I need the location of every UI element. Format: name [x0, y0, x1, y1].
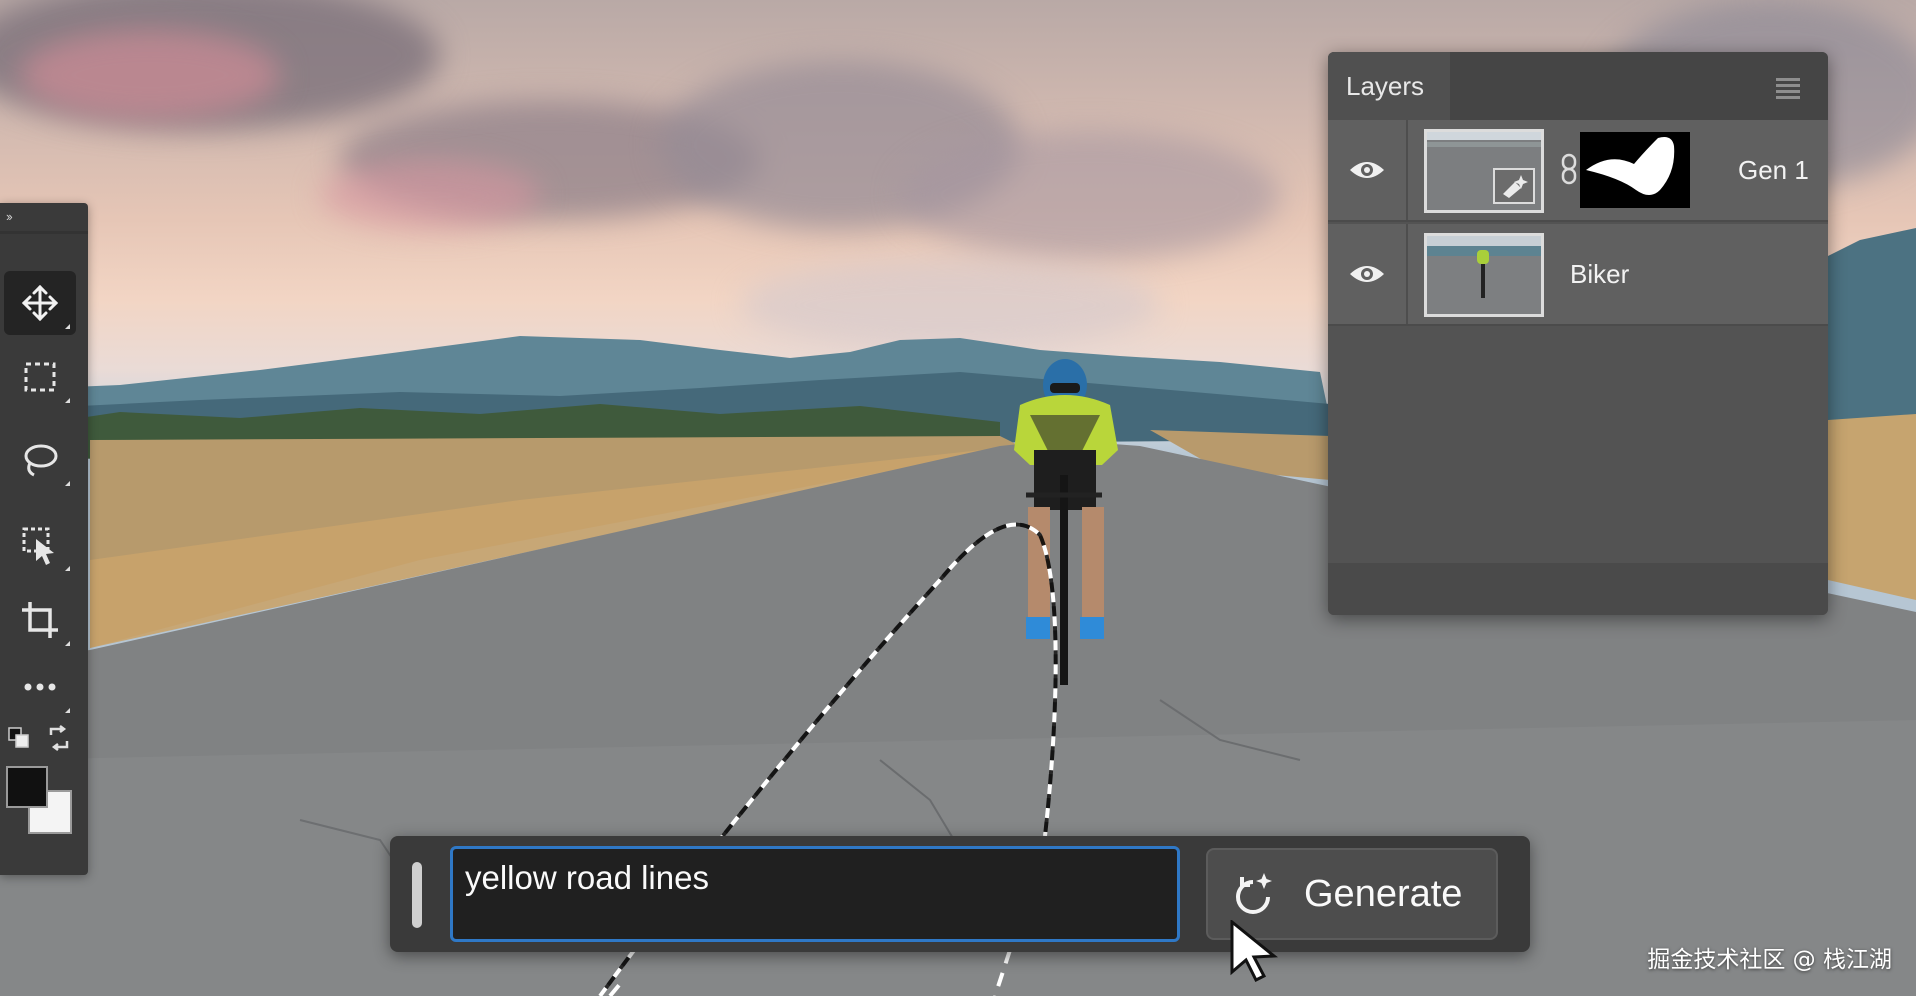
default-colors-icon[interactable] [8, 727, 30, 749]
layer-name[interactable]: Gen 1 [1738, 155, 1809, 186]
visibility-toggle[interactable] [1328, 224, 1408, 324]
contextual-task-bar: yellow road lines Generate [390, 836, 1530, 952]
mask-shape [1586, 137, 1675, 195]
layer-row-gen1[interactable]: Gen 1 [1328, 120, 1828, 222]
lasso-tool[interactable] [4, 428, 76, 492]
tab-layers[interactable]: Layers [1328, 52, 1450, 120]
prompt-input[interactable]: yellow road lines [450, 846, 1180, 942]
swap-colors-icon[interactable] [46, 725, 72, 751]
more-tools-icon [24, 683, 56, 691]
layer-row-biker[interactable]: Biker [1328, 224, 1828, 326]
object-selection-icon [22, 527, 54, 565]
tools-panel: ›› [0, 203, 88, 875]
watermark-text: 掘金技术社区 @ 栈江湖 [1647, 947, 1892, 973]
move-tool[interactable] [4, 271, 76, 335]
eye-icon [1350, 266, 1384, 282]
marquee-icon [24, 362, 56, 392]
toolbar-grip[interactable] [0, 231, 88, 234]
drag-handle[interactable] [412, 862, 422, 928]
layers-footer [1328, 563, 1828, 615]
layer-name[interactable]: Biker [1570, 259, 1629, 290]
marquee-tool[interactable] [4, 345, 76, 409]
move-icon [21, 284, 59, 322]
generate-icon [1236, 873, 1272, 914]
mouse-pointer-icon [1230, 920, 1278, 982]
crop-icon [22, 602, 58, 638]
layers-panel: Layers Gen 1 Biker [1328, 52, 1828, 615]
generate-label: Generate [1304, 872, 1463, 915]
generative-badge-icon [1503, 175, 1528, 198]
collapse-icon[interactable]: ›› [6, 209, 13, 224]
link-icon[interactable] [1560, 153, 1578, 185]
color-controls [8, 723, 80, 753]
object-selection-tool[interactable] [4, 513, 76, 577]
layer-thumbnail[interactable] [1424, 233, 1544, 317]
layer-mask-thumbnail[interactable] [1580, 132, 1690, 208]
lasso-icon [24, 444, 58, 477]
more-tools[interactable] [4, 655, 76, 719]
panel-menu-icon[interactable] [1776, 78, 1800, 102]
eye-icon [1350, 162, 1384, 178]
crop-tool[interactable] [4, 588, 76, 652]
layer-thumbnail[interactable] [1424, 129, 1544, 213]
visibility-toggle[interactable] [1328, 120, 1408, 220]
foreground-color-swatch[interactable] [6, 766, 48, 808]
layers-panel-header: Layers [1328, 52, 1828, 120]
